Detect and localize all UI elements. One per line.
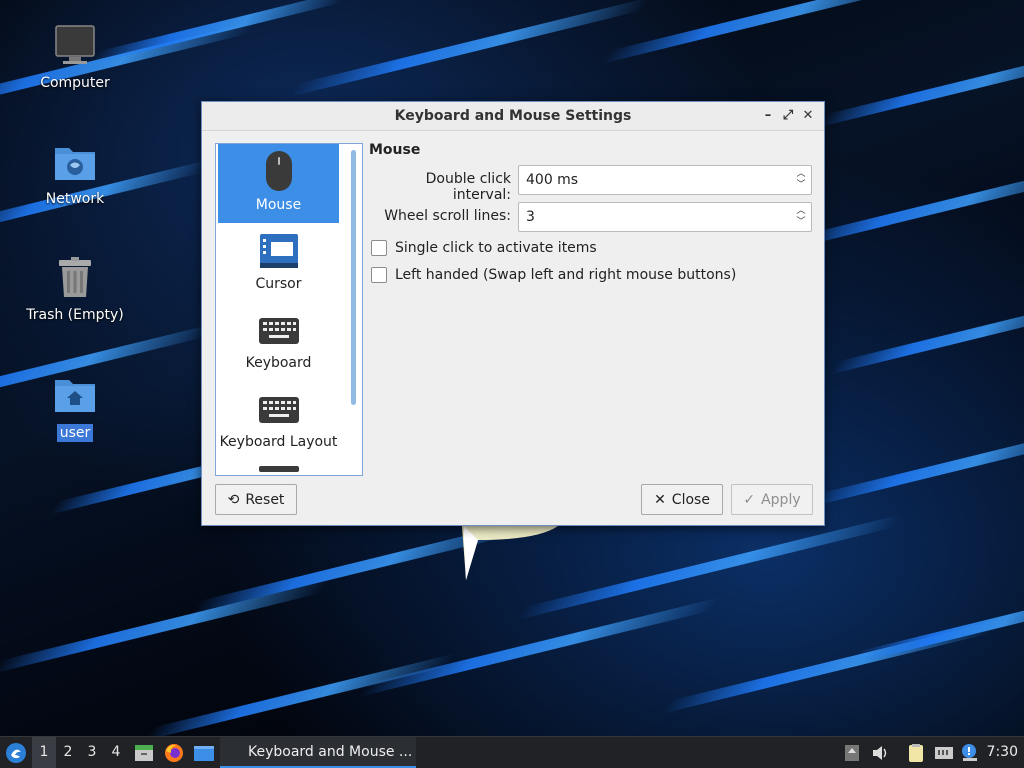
sidebar-scrollbar[interactable]	[351, 150, 356, 405]
section-title: Mouse	[369, 142, 421, 158]
single-click-label: Single click to activate items	[395, 240, 597, 256]
close-button[interactable]: ✕ Close	[641, 484, 723, 515]
network-folder-icon	[53, 140, 97, 184]
wallpaper-streak	[289, 0, 651, 97]
trash-icon	[53, 256, 97, 300]
clock[interactable]: 7:30	[987, 737, 1018, 768]
single-click-checkbox[interactable]	[371, 240, 387, 256]
left-handed-option[interactable]: Left handed (Swap left and right mouse b…	[371, 267, 736, 283]
checkmark-icon: ✓	[743, 491, 756, 508]
wallpaper-streak	[806, 426, 1024, 508]
wallpaper-streak	[849, 589, 1024, 665]
mouse-icon	[259, 150, 299, 194]
desktop-icon-label: user	[56, 424, 94, 442]
file-manager-icon[interactable]	[134, 743, 154, 763]
workspace-1[interactable]: 1	[32, 737, 56, 768]
sidebar-item-label: Mouse	[255, 197, 302, 213]
maximize-icon[interactable]: ⤢	[778, 106, 798, 126]
wheel-scroll-label: Wheel scroll lines:	[384, 208, 511, 224]
window-titlebar[interactable]: Keyboard and Mouse Settings – ⤢ ✕	[202, 102, 824, 131]
desktop-icon-computer[interactable]: Computer	[15, 24, 135, 92]
wallpaper-streak	[144, 653, 456, 736]
close-icon[interactable]: ✕	[798, 106, 818, 126]
keyboard-icon	[258, 466, 299, 472]
double-click-interval-spinbox[interactable]: 400 ms ︿ ﹀	[518, 165, 812, 195]
window-title: Keyboard and Mouse Settings	[394, 108, 632, 124]
chevron-up-icon[interactable]: ︿	[795, 169, 807, 180]
cursor-window-icon	[259, 229, 299, 273]
start-menu-icon[interactable]	[5, 742, 27, 764]
chevron-down-icon[interactable]: ﹀	[795, 217, 807, 228]
mouse-settings-panel: Mouse Double click interval: 400 ms ︿ ﹀ …	[369, 142, 814, 482]
sidebar-item-keyboard[interactable]: Keyboard	[218, 302, 339, 381]
close-button-label: Close	[671, 491, 710, 508]
double-click-label: Double click interval:	[425, 171, 511, 203]
desktop-icon-label: Computer	[40, 75, 110, 91]
firefox-icon[interactable]	[164, 743, 184, 763]
desktop-icon-label: Network	[45, 191, 105, 207]
spin-arrows[interactable]: ︿ ﹀	[795, 206, 807, 228]
reset-button[interactable]: ⟲ Reset	[215, 484, 297, 515]
desktop-icon-user-home[interactable]: user	[15, 374, 135, 442]
apply-button-label: Apply	[761, 491, 801, 508]
show-desktop-icon[interactable]	[193, 743, 214, 763]
sidebar-item-cursor[interactable]: Cursor	[218, 223, 339, 302]
clipboard-icon[interactable]	[906, 743, 926, 763]
notification-bubble-tail	[462, 526, 562, 586]
wallpaper-streak	[0, 580, 329, 674]
wheel-scroll-value: 3	[526, 209, 535, 225]
single-click-option[interactable]: Single click to activate items	[371, 240, 597, 256]
workspace-3[interactable]: 3	[80, 737, 104, 768]
notification-icon[interactable]	[960, 743, 980, 763]
settings-category-list[interactable]: Mouse Cursor Keyboard Keyboard Layout	[215, 143, 363, 476]
apply-button[interactable]: ✓ Apply	[731, 484, 813, 515]
sidebar-item-mouse[interactable]: Mouse	[218, 144, 339, 223]
sidebar-item-label: Keyboard	[245, 355, 312, 371]
computer-icon	[53, 24, 97, 68]
keyboard-icon	[258, 308, 299, 352]
wallpaper-streak	[601, 0, 939, 64]
sidebar-item-label: Keyboard Layout	[219, 434, 338, 450]
taskbar-window-button[interactable]: Keyboard and Mouse ...	[220, 737, 416, 768]
wallpaper-streak	[816, 46, 1024, 128]
home-folder-icon	[53, 374, 97, 418]
keyboard-layout-icon	[258, 387, 299, 431]
minimize-icon[interactable]: –	[758, 106, 778, 126]
undo-icon: ⟲	[227, 491, 240, 508]
spin-arrows[interactable]: ︿ ﹀	[795, 169, 807, 191]
chevron-up-icon[interactable]: ︿	[795, 206, 807, 217]
wallpaper-streak	[829, 299, 1024, 375]
taskbar: 1 2 3 4 Keyboard and Mouse ... 7:30	[0, 736, 1024, 768]
workspace-2[interactable]: 2	[56, 737, 80, 768]
sidebar-item-label: Cursor	[255, 276, 302, 292]
speaker-icon[interactable]	[870, 743, 890, 763]
close-icon: ✕	[654, 491, 666, 508]
desktop-icon-trash[interactable]: Trash (Empty)	[15, 256, 135, 324]
sidebar-item-keyboard-layout[interactable]: Keyboard Layout	[218, 381, 339, 460]
volume-control-icon[interactable]	[842, 743, 862, 763]
chevron-down-icon[interactable]: ﹀	[795, 180, 807, 191]
desktop-icon-network[interactable]: Network	[15, 140, 135, 208]
reset-button-label: Reset	[245, 491, 285, 508]
network-status-icon[interactable]	[934, 743, 954, 763]
sidebar-item-partial	[218, 460, 339, 475]
left-handed-label: Left handed (Swap left and right mouse b…	[395, 267, 737, 283]
keyboard-mouse-settings-window: Keyboard and Mouse Settings – ⤢ ✕ Mouse	[201, 101, 825, 526]
double-click-value: 400 ms	[526, 172, 579, 188]
left-handed-checkbox[interactable]	[371, 267, 387, 283]
desktop-icon-label: Trash (Empty)	[26, 307, 124, 323]
wheel-scroll-lines-spinbox[interactable]: 3 ︿ ﹀	[518, 202, 812, 232]
workspace-4[interactable]: 4	[104, 737, 128, 768]
